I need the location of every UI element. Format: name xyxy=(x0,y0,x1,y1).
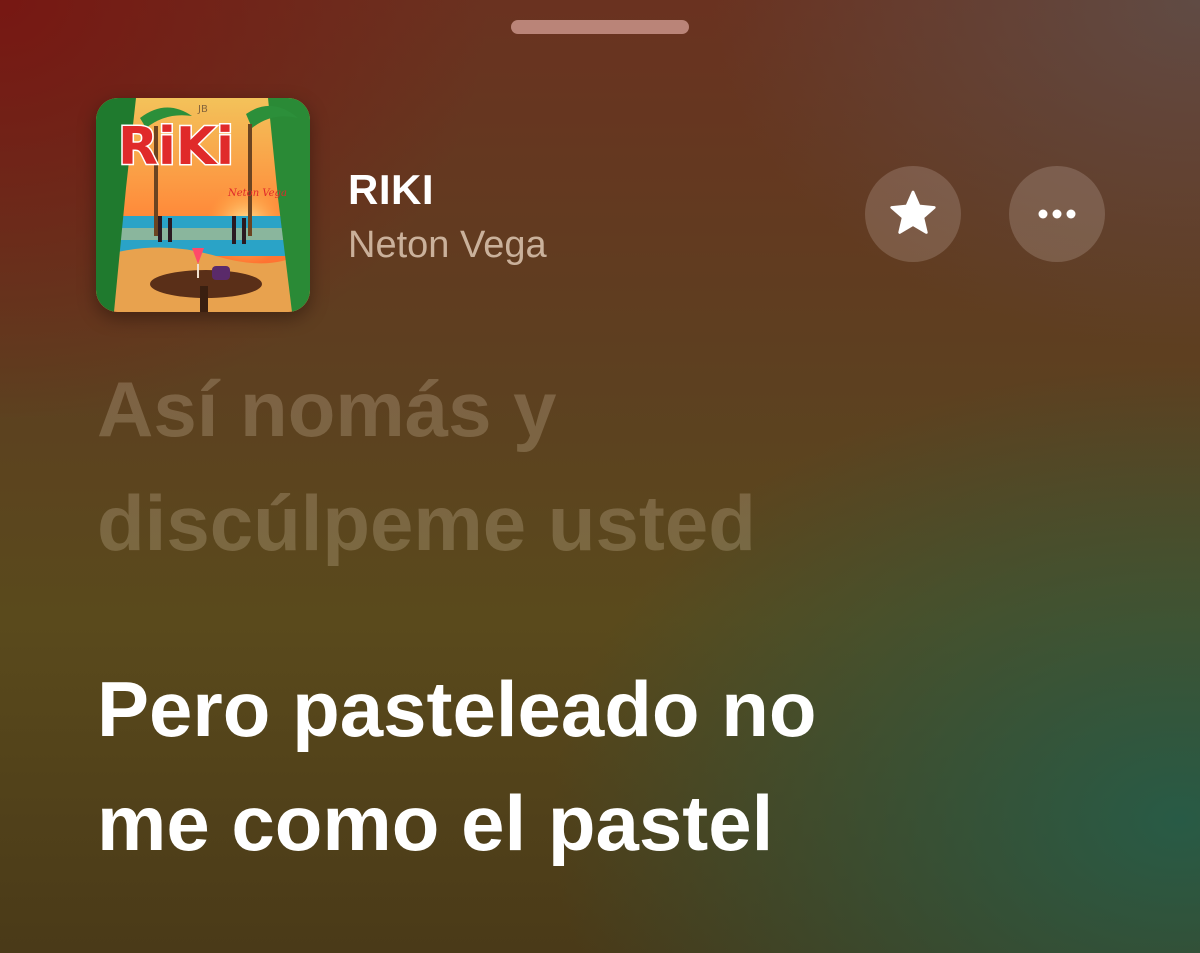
track-title: RIKI xyxy=(348,166,434,213)
track-artist[interactable]: Neton Vega xyxy=(348,224,547,267)
current-lyric[interactable]: Pero pasteleado no me como el pastel xyxy=(97,652,1157,880)
star-icon xyxy=(890,190,936,234)
more-options-button[interactable] xyxy=(1009,166,1105,262)
album-artwork[interactable]: RiKi Neton Vega JB xyxy=(96,98,310,312)
current-lyric-line-1: Pero pasteleado no xyxy=(97,665,817,753)
current-lyric-line-2: me como el pastel xyxy=(97,779,774,867)
favorite-button[interactable] xyxy=(865,166,961,262)
previous-lyric-line-2: discúlpeme usted xyxy=(97,479,756,567)
artwork-subtitle-text: Neton Vega xyxy=(227,188,287,199)
previous-lyric-line-1: Así nomás y xyxy=(97,365,557,453)
artwork-title-text: RiKi xyxy=(118,117,234,177)
artwork-badge-text: JB xyxy=(197,104,208,115)
ellipsis-icon xyxy=(1038,209,1076,219)
album-artwork-image: RiKi Neton Vega JB xyxy=(96,98,310,312)
sheet-grabber-handle[interactable] xyxy=(511,20,689,34)
previous-lyric[interactable]: Así nomás y discúlpeme usted xyxy=(97,352,1157,580)
